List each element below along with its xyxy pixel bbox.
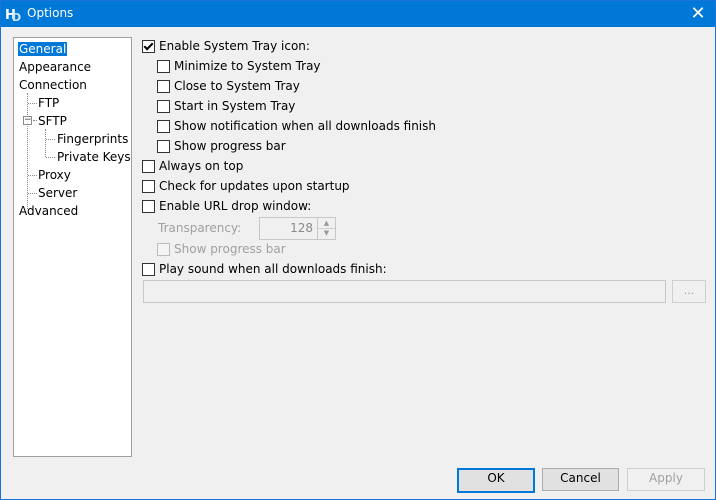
title-bar: H D Options ✕: [1, 1, 715, 27]
tree-item-general[interactable]: General: [18, 41, 68, 57]
transparency-spinner[interactable]: 128 ▲ ▼: [259, 217, 336, 240]
minimize-tray-checkbox[interactable]: Minimize to System Tray: [157, 59, 321, 73]
tree-line: [46, 139, 55, 140]
checkbox-box[interactable]: [142, 262, 155, 276]
check-updates-checkbox[interactable]: Check for updates upon startup: [142, 179, 350, 193]
spinner-buttons: ▲ ▼: [317, 218, 335, 239]
checkbox-box[interactable]: [157, 79, 170, 93]
checkbox-box[interactable]: [157, 119, 170, 133]
checkbox-label: Minimize to System Tray: [174, 59, 321, 73]
collapse-icon[interactable]: −: [23, 116, 32, 125]
checkbox-box[interactable]: [142, 199, 155, 213]
svg-text:D: D: [12, 11, 21, 23]
tree-line: [28, 175, 37, 176]
checkbox-label: Close to System Tray: [174, 79, 300, 93]
checkbox-label: Enable URL drop window:: [159, 199, 312, 213]
checkbox-label: Play sound when all downloads finish:: [159, 262, 387, 276]
window-title: Options: [27, 6, 74, 20]
tree-item-server[interactable]: Server: [38, 185, 77, 201]
checkbox-label: Show notification when all downloads fin…: [174, 119, 436, 133]
drop-progress-checkbox[interactable]: Show progress bar: [157, 242, 286, 256]
close-icon[interactable]: ✕: [687, 3, 709, 25]
transparency-value: 128: [290, 221, 313, 235]
tree-line: [28, 193, 37, 194]
checkbox-label: Show progress bar: [174, 242, 286, 256]
checkbox-box[interactable]: [142, 159, 155, 173]
start-tray-checkbox[interactable]: Start in System Tray: [157, 99, 295, 113]
tree-line: [27, 93, 28, 209]
checkbox-label: Always on top: [159, 159, 244, 173]
tree-item-private-keys[interactable]: Private Keys: [57, 149, 131, 165]
tree-line: [28, 103, 37, 104]
tree-item-advanced[interactable]: Advanced: [19, 203, 78, 219]
tray-progress-checkbox[interactable]: Show progress bar: [157, 139, 286, 153]
options-window: H D Options ✕ General Appearance Connect…: [0, 0, 716, 500]
notify-downloads-checkbox[interactable]: Show notification when all downloads fin…: [157, 119, 436, 133]
checkbox-box[interactable]: [157, 99, 170, 113]
tree-item-connection[interactable]: Connection: [19, 77, 87, 93]
url-drop-checkbox[interactable]: Enable URL drop window:: [142, 199, 311, 213]
sound-path-field[interactable]: [143, 280, 666, 303]
ok-button[interactable]: OK: [457, 468, 535, 493]
tree-line: [33, 120, 37, 121]
transparency-label: Transparency:: [158, 221, 242, 235]
browse-button[interactable]: ...: [672, 280, 706, 303]
checkbox-box[interactable]: [157, 59, 170, 73]
checkbox-label: Show progress bar: [174, 139, 286, 153]
tree-line: [46, 157, 55, 158]
tree-item-ftp[interactable]: FTP: [38, 95, 59, 111]
tree-line: [45, 129, 46, 157]
checkbox-box[interactable]: [142, 39, 155, 53]
tree-item-sftp[interactable]: SFTP: [38, 113, 67, 129]
tree-item-proxy[interactable]: Proxy: [38, 167, 71, 183]
apply-button[interactable]: Apply: [627, 468, 705, 491]
close-tray-checkbox[interactable]: Close to System Tray: [157, 79, 300, 93]
cancel-button[interactable]: Cancel: [542, 468, 619, 491]
always-on-top-checkbox[interactable]: Always on top: [142, 159, 243, 173]
spin-down-icon[interactable]: ▼: [318, 228, 335, 238]
category-tree[interactable]: General Appearance Connection FTP − SFTP…: [13, 37, 132, 457]
app-logo-icon: H D: [4, 5, 22, 23]
tree-item-fingerprints[interactable]: Fingerprints: [57, 131, 128, 147]
checkbox-box[interactable]: [157, 139, 170, 153]
checkbox-label: Check for updates upon startup: [159, 179, 350, 193]
checkbox-label: Start in System Tray: [174, 99, 296, 113]
play-sound-checkbox[interactable]: Play sound when all downloads finish:: [142, 262, 387, 276]
tree-item-appearance[interactable]: Appearance: [19, 59, 91, 75]
enable-tray-checkbox[interactable]: Enable System Tray icon:: [142, 39, 310, 53]
checkbox-box[interactable]: [142, 179, 155, 193]
checkbox-label: Enable System Tray icon:: [159, 39, 310, 53]
checkbox-box[interactable]: [157, 242, 170, 256]
